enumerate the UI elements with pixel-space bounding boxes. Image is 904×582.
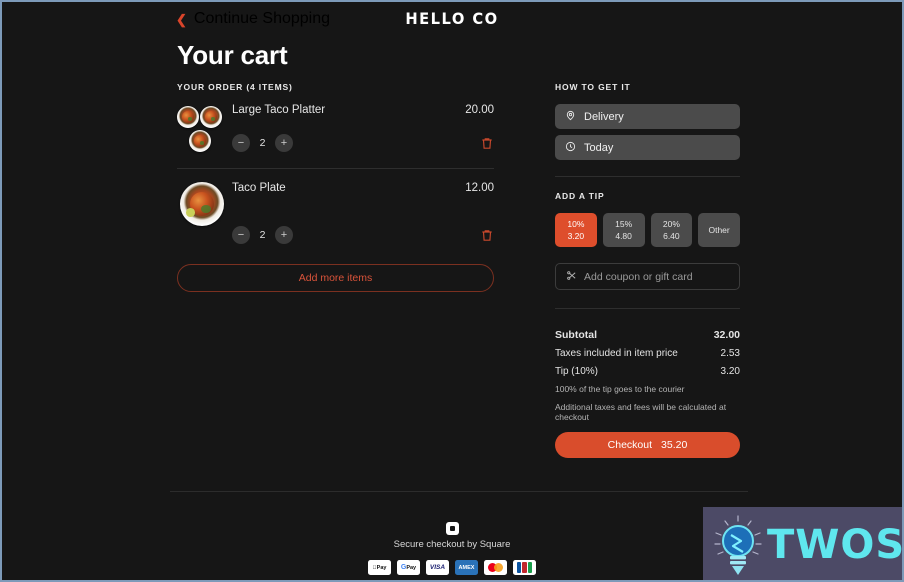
visa-icon: VISA bbox=[426, 560, 449, 575]
delivery-method-button[interactable]: Delivery bbox=[555, 104, 740, 129]
delivery-method-label: Delivery bbox=[584, 110, 624, 123]
trash-icon[interactable] bbox=[480, 136, 494, 151]
brand-logo: HELLO CO bbox=[405, 9, 499, 28]
tip-value: 3.20 bbox=[720, 366, 740, 377]
item-thumbnail bbox=[200, 106, 222, 128]
twos-watermark: TWOS bbox=[703, 507, 904, 580]
item-thumbnail-group bbox=[177, 104, 225, 156]
order-section-label: YOUR ORDER (4 ITEMS) bbox=[177, 82, 293, 92]
courier-note: 100% of the tip goes to the courier bbox=[555, 384, 685, 394]
order-totals: Subtotal 32.00 Taxes included in item pr… bbox=[555, 329, 740, 458]
delivery-time-label: Today bbox=[584, 141, 614, 154]
apple-pay-icon: Pay bbox=[368, 560, 391, 575]
subtotal-row: Subtotal 32.00 bbox=[555, 329, 740, 341]
item-name: Large Taco Platter bbox=[232, 104, 326, 116]
item-name: Taco Plate bbox=[232, 182, 286, 194]
coupon-field[interactable] bbox=[555, 263, 740, 290]
location-pin-icon bbox=[565, 108, 576, 126]
subtotal-label: Subtotal bbox=[555, 329, 597, 341]
item-quantity: 2 bbox=[259, 137, 266, 149]
tip-percent: 20% bbox=[662, 219, 680, 229]
item-thumbnail bbox=[189, 130, 211, 152]
tip-label: Tip (10%) bbox=[555, 366, 598, 377]
summary-column: HOW TO GET IT Delivery Today ADD A TIP 1… bbox=[555, 82, 740, 458]
tip-section-label: ADD A TIP bbox=[555, 191, 605, 201]
cart-item: Large Taco Platter 20.00 − 2 + bbox=[177, 104, 494, 169]
tip-option-10[interactable]: 10% 3.20 bbox=[555, 213, 597, 247]
increase-quantity-button[interactable]: + bbox=[275, 134, 293, 152]
checkout-total: 35.20 bbox=[661, 439, 688, 451]
square-logo-icon bbox=[445, 522, 459, 535]
page-header: ❮ Continue Shopping HELLO CO bbox=[2, 2, 902, 32]
taxes-row: Taxes included in item price 2.53 bbox=[555, 348, 740, 359]
mastercard-icon bbox=[484, 560, 507, 575]
apple-pay-label: Pay bbox=[374, 564, 387, 571]
add-more-items-button[interactable]: Add more items bbox=[177, 264, 494, 292]
divider bbox=[555, 176, 740, 177]
tip-option-20[interactable]: 20% 6.40 bbox=[650, 213, 693, 247]
coupon-input[interactable] bbox=[584, 270, 729, 283]
fees-note: Additional taxes and fees will be calcul… bbox=[555, 402, 727, 422]
divider bbox=[555, 308, 740, 309]
tip-options: 10% 3.20 15% 4.80 20% 6.40 Other bbox=[555, 213, 740, 247]
tip-option-15[interactable]: 15% 4.80 bbox=[602, 213, 645, 247]
item-price: 12.00 bbox=[465, 182, 494, 194]
checkout-button[interactable]: Checkout 35.20 bbox=[555, 432, 740, 458]
item-thumbnail bbox=[180, 182, 224, 226]
trash-icon[interactable] bbox=[480, 228, 494, 243]
google-pay-label: Pay bbox=[406, 564, 417, 571]
checkout-page: ❮ Continue Shopping HELLO CO Your cart Y… bbox=[0, 0, 904, 582]
checkout-label: Checkout bbox=[607, 439, 653, 451]
tip-percent: 15% bbox=[615, 219, 633, 229]
taxes-label: Taxes included in item price bbox=[555, 348, 678, 359]
cart-item: Taco Plate 12.00 − 2 + bbox=[177, 182, 494, 256]
item-quantity: 2 bbox=[259, 229, 266, 241]
lightbulb-icon bbox=[714, 514, 762, 575]
item-price: 20.00 bbox=[465, 104, 494, 116]
quantity-stepper: − 2 + bbox=[232, 134, 293, 152]
decrease-quantity-button[interactable]: − bbox=[232, 134, 250, 152]
amex-icon: AMEX bbox=[455, 560, 478, 575]
order-column: YOUR ORDER (4 ITEMS) Large Taco Platter … bbox=[177, 82, 494, 292]
tip-amount: 3.20 bbox=[567, 231, 585, 241]
tip-percent: 10% bbox=[567, 219, 585, 229]
tip-percent: Other bbox=[708, 225, 730, 235]
jcb-icon bbox=[513, 560, 536, 575]
quantity-stepper: − 2 + bbox=[232, 226, 293, 244]
fulfillment-section-label: HOW TO GET IT bbox=[555, 82, 631, 92]
delivery-time-button[interactable]: Today bbox=[555, 135, 740, 160]
increase-quantity-button[interactable]: + bbox=[275, 226, 293, 244]
item-thumbnail bbox=[177, 106, 199, 128]
page-title: Your cart bbox=[177, 40, 288, 70]
google-pay-icon: G Pay bbox=[397, 560, 420, 575]
taxes-value: 2.53 bbox=[720, 348, 740, 359]
clock-icon bbox=[565, 139, 576, 157]
tip-option-other[interactable]: Other bbox=[698, 213, 740, 247]
item-thumbnail-group bbox=[177, 182, 225, 226]
tip-amount: 4.80 bbox=[615, 231, 632, 241]
footer-divider bbox=[170, 491, 748, 492]
tip-amount: 6.40 bbox=[663, 231, 680, 241]
subtotal-value: 32.00 bbox=[713, 329, 740, 341]
tip-row: Tip (10%) 3.20 bbox=[555, 366, 740, 377]
decrease-quantity-button[interactable]: − bbox=[232, 226, 250, 244]
watermark-text: TWOS bbox=[767, 521, 904, 568]
scissors-icon bbox=[566, 268, 577, 286]
